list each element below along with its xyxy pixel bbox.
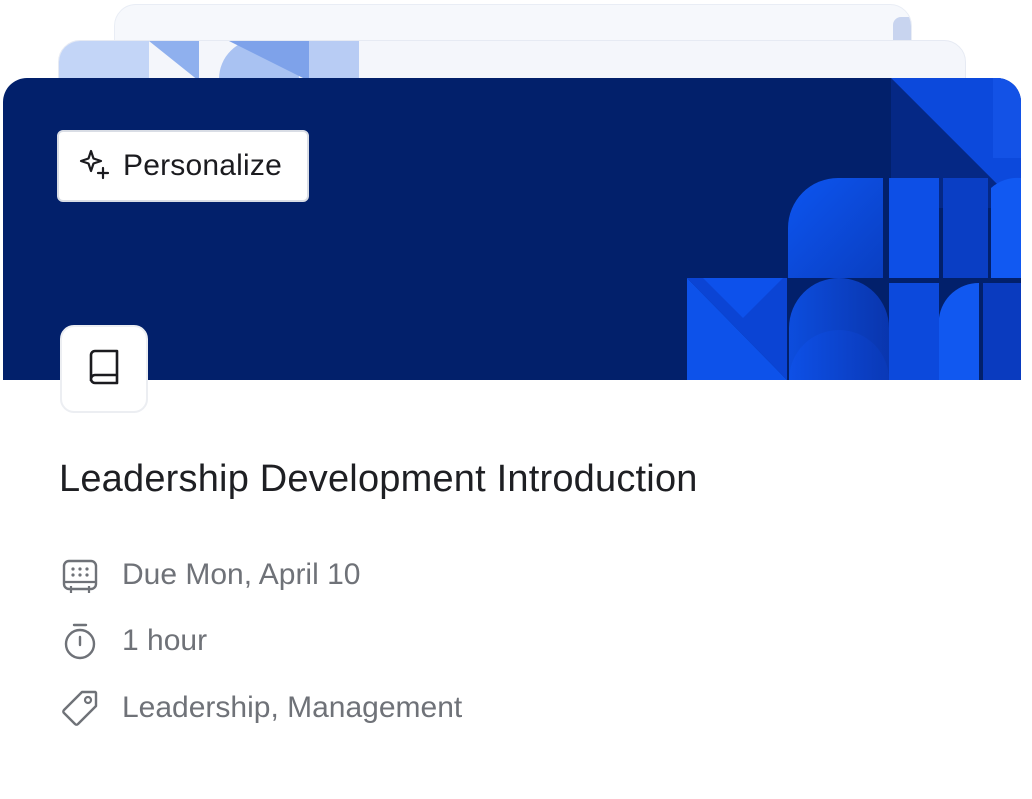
course-card-stack: Personalize Leadership Development Intro…: [0, 0, 1032, 799]
course-banner: [3, 78, 1021, 380]
duration-text: 1 hour: [122, 624, 208, 657]
banner-geometric-pattern: [687, 78, 1021, 380]
duration-row: 1 hour: [60, 621, 207, 661]
tag-icon: [60, 688, 100, 728]
book-icon: [84, 347, 124, 392]
course-type-badge: [60, 325, 148, 413]
personalize-button[interactable]: Personalize: [57, 130, 309, 202]
calendar-icon: [60, 555, 100, 595]
personalize-label: Personalize: [123, 149, 282, 182]
due-date-text: Due Mon, April 10: [122, 558, 361, 591]
sparkle-icon: [77, 147, 111, 186]
tags-text: Leadership, Management: [122, 691, 463, 724]
stopwatch-icon: [60, 621, 100, 661]
tags-row: Leadership, Management: [60, 688, 462, 728]
course-title[interactable]: Leadership Development Introduction: [59, 458, 698, 501]
due-date-row: Due Mon, April 10: [60, 555, 360, 595]
